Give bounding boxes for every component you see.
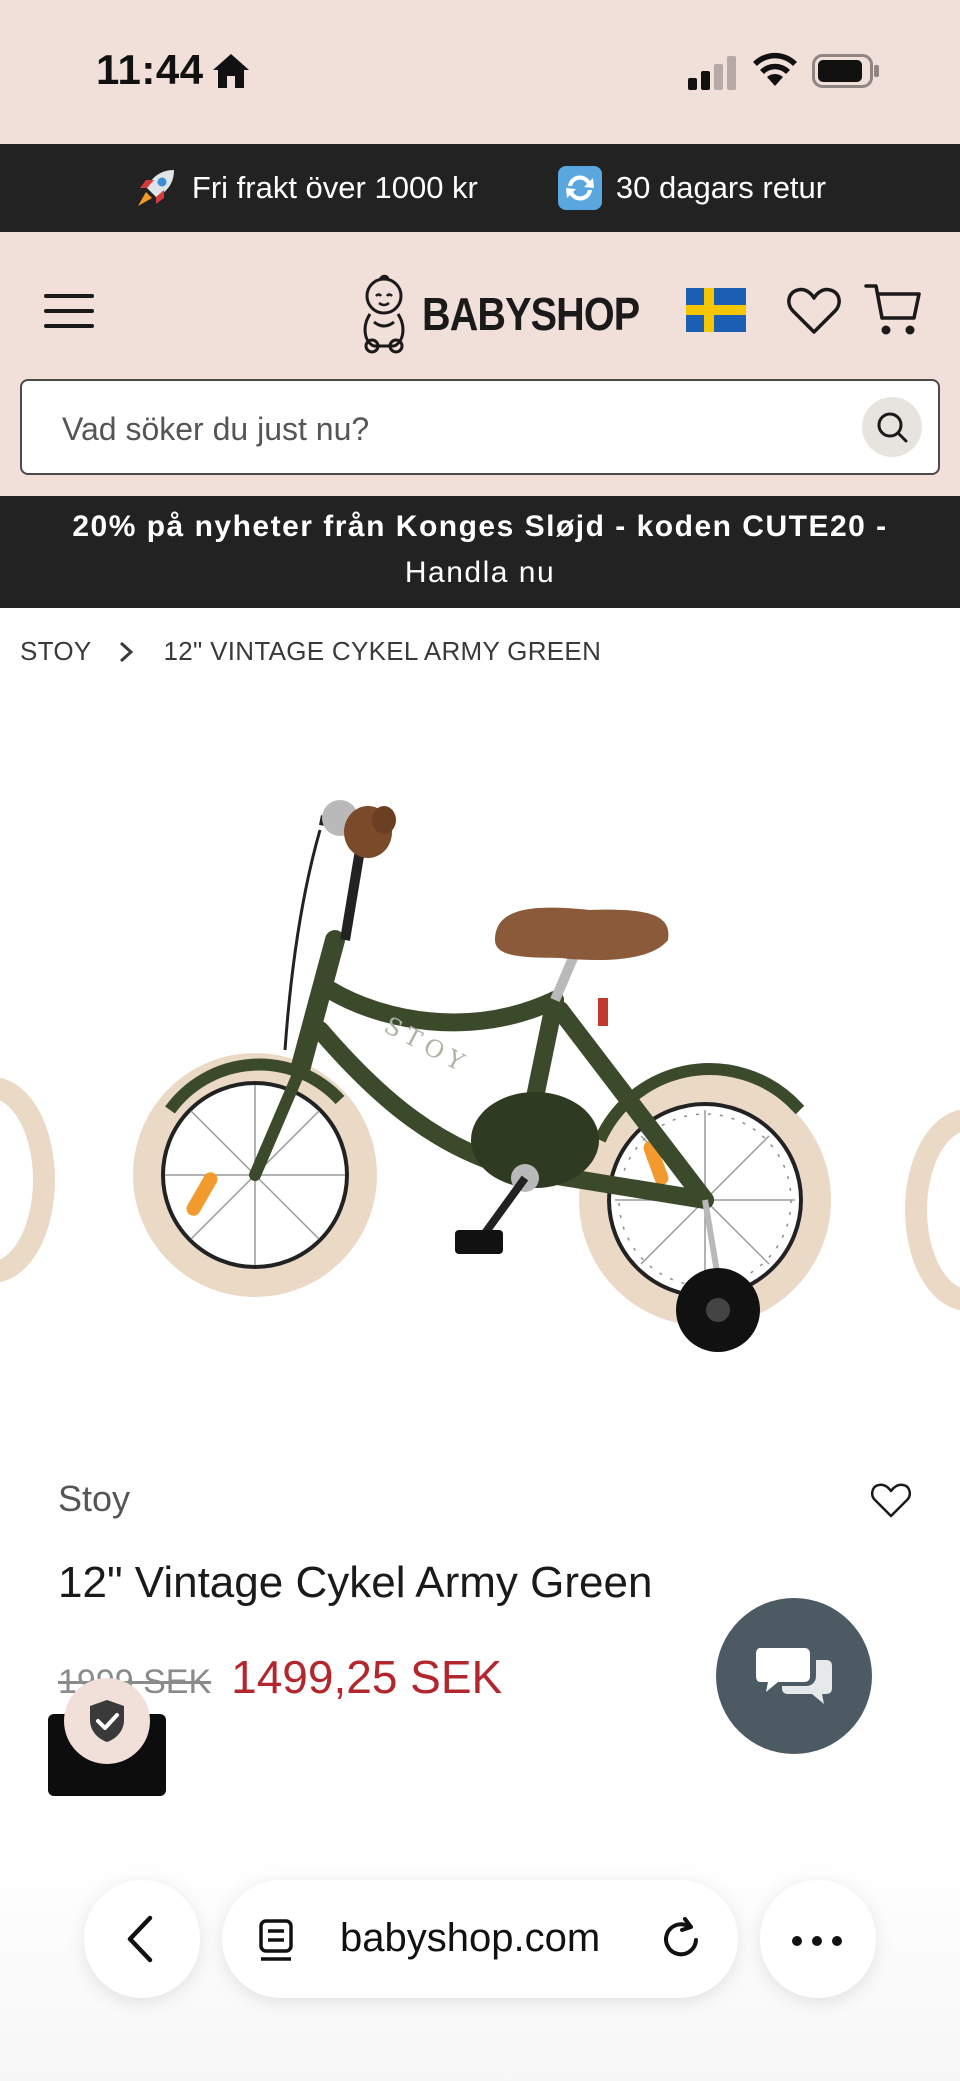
shield-check-icon bbox=[90, 1700, 124, 1742]
wishlist-heart-icon[interactable] bbox=[786, 282, 842, 338]
promo-item-shipping: Fri frakt över 1000 kr bbox=[134, 166, 478, 210]
baby-logo-icon bbox=[363, 274, 405, 354]
breadcrumb-item-current: 12" VINTAGE CYKEL ARMY GREEN bbox=[163, 636, 602, 666]
chevron-left-icon bbox=[127, 1915, 153, 1963]
menu-icon[interactable] bbox=[44, 294, 94, 334]
cellular-signal-icon bbox=[688, 56, 736, 90]
sale-price: 1499,25 SEK bbox=[231, 1651, 503, 1703]
wifi-icon bbox=[753, 52, 797, 86]
return-arrows-icon bbox=[557, 166, 602, 210]
prev-image-peek[interactable] bbox=[0, 1077, 55, 1283]
search-input[interactable]: Vad söker du just nu? bbox=[20, 379, 940, 475]
reload-icon[interactable] bbox=[658, 1916, 704, 1962]
cart-icon[interactable] bbox=[864, 280, 922, 340]
back-button[interactable] bbox=[84, 1880, 200, 1998]
next-image-peek[interactable] bbox=[905, 1109, 960, 1311]
home-icon bbox=[213, 54, 249, 88]
product-title: 12" Vintage Cykel Army Green bbox=[58, 1558, 653, 1607]
campaign-banner[interactable]: 20% på nyheter från Konges Sløjd - koden… bbox=[0, 496, 960, 608]
favorite-heart-icon[interactable] bbox=[870, 1480, 912, 1520]
chat-bubbles-icon bbox=[756, 1648, 832, 1704]
promo-item-returns: 30 dagars retur bbox=[557, 166, 827, 210]
product-image-gallery[interactable]: STOY bbox=[0, 700, 960, 1440]
rocket-icon bbox=[137, 170, 174, 206]
breadcrumb-item-brand[interactable]: STOY bbox=[20, 636, 92, 667]
search-button[interactable] bbox=[862, 397, 922, 457]
chevron-right-icon bbox=[119, 641, 133, 662]
more-options-button[interactable] bbox=[760, 1880, 876, 1998]
status-time: 11:44 bbox=[96, 46, 204, 93]
address-bar[interactable]: babyshop.com bbox=[222, 1880, 738, 1998]
product-image: STOY bbox=[0, 800, 960, 1352]
campaign-link[interactable]: Handla nu bbox=[0, 556, 960, 590]
campaign-text: 20% på nyheter från Konges Sløjd - koden… bbox=[72, 510, 888, 543]
breadcrumb: STOY 12" VINTAGE CYKEL ARMY GREEN bbox=[20, 636, 601, 667]
site-logo[interactable]: BABYSHOP bbox=[356, 272, 675, 356]
browser-toolbar: babyshop.com bbox=[0, 1840, 960, 2081]
search-icon bbox=[877, 412, 908, 443]
logo-wordmark: BABYSHOP bbox=[422, 288, 640, 340]
status-bar: 11:44 bbox=[0, 0, 960, 144]
sweden-flag-icon[interactable] bbox=[686, 288, 746, 332]
page-menu-icon bbox=[259, 1919, 293, 1961]
site-header: BABYSHOP Vad söker du just nu? bbox=[0, 232, 960, 496]
url-text: babyshop.com bbox=[340, 1916, 601, 1960]
promo-shipping-text: Fri frakt över 1000 kr bbox=[191, 170, 478, 205]
battery-icon bbox=[812, 54, 879, 88]
product-brand[interactable]: Stoy bbox=[58, 1478, 130, 1520]
chat-button[interactable] bbox=[716, 1598, 872, 1754]
trust-badge-circle[interactable] bbox=[64, 1678, 150, 1764]
promo-bar: Fri frakt över 1000 kr 30 dagars retur bbox=[0, 144, 960, 232]
promo-returns-text: 30 dagars retur bbox=[615, 170, 827, 205]
ellipsis-icon bbox=[792, 1936, 842, 1946]
search-placeholder: Vad söker du just nu? bbox=[62, 411, 370, 447]
